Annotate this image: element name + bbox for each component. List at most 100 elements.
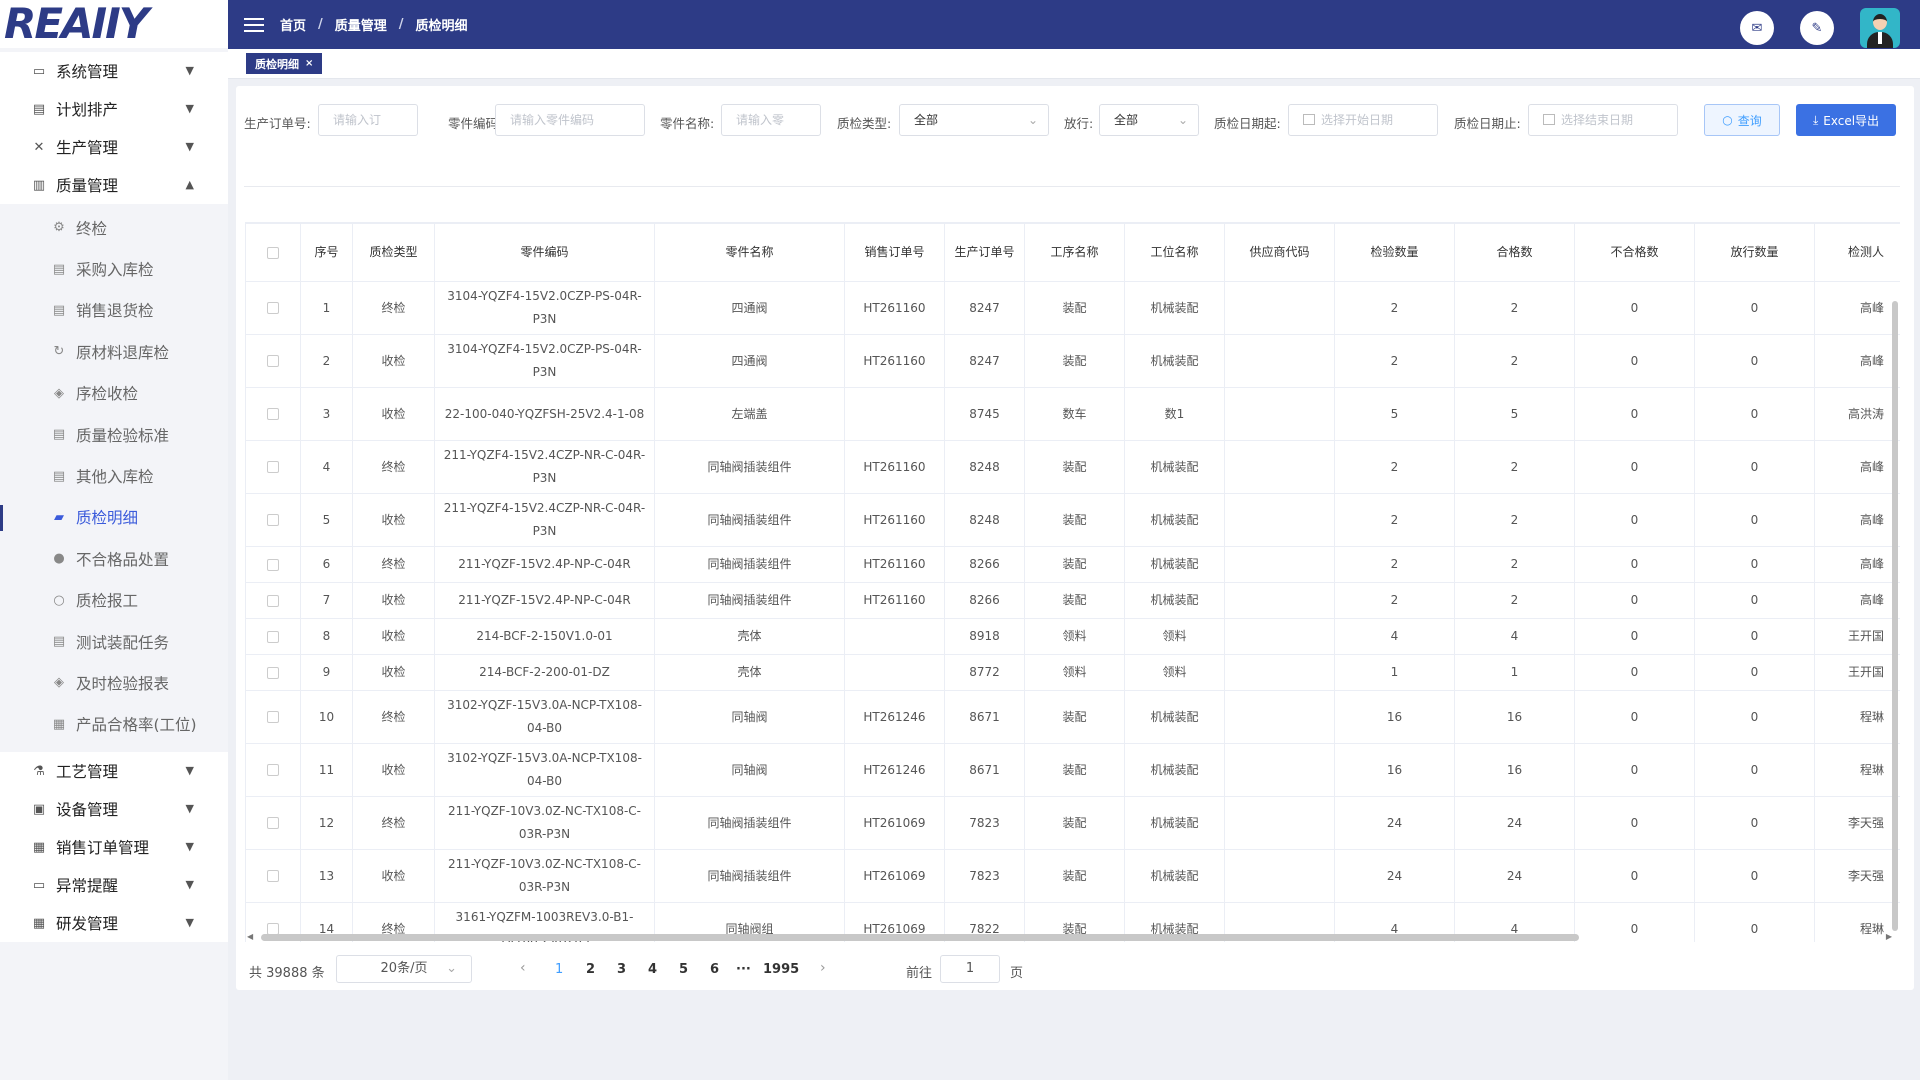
page-1[interactable]: 1 xyxy=(555,962,563,977)
sidebar-item-9[interactable]: ▦ 研发管理 ▼ xyxy=(0,904,228,943)
sidebar-subitem-3[interactable]: ▤ 销售退货检 xyxy=(0,290,228,331)
table-row[interactable]: 10 终检 3102-YQZF-15V3.0A-NCP-TX108-04-B0 同轴阀… xyxy=(245,690,1900,744)
table-row[interactable]: 9 收检 214-BCF-2-200-01-DZ 壳体 8772 领料 领料 1 1 0 0 王开国 xyxy=(245,654,1900,691)
page-last[interactable]: 1995 xyxy=(763,962,799,977)
column-header[interactable]: 合格数 xyxy=(1454,223,1575,282)
sidebar-subitem-10[interactable]: ○ 质检报工 xyxy=(0,580,228,621)
sidebar-subitem-1[interactable]: ⚙ 终检 xyxy=(0,207,228,248)
column-header[interactable]: 工序名称 xyxy=(1024,223,1125,282)
column-header[interactable]: 生产订单号 xyxy=(944,223,1025,282)
table-row[interactable]: 4 终检 211-YQZF4-15V2.4CZP-NR-C-04R-P3N 同轴阀插装… xyxy=(245,440,1900,494)
column-header[interactable]: 序号 xyxy=(300,223,353,282)
part-name-input[interactable]: 请输入零 xyxy=(721,104,821,136)
sidebar-subitem-7[interactable]: ▤ 其他入库检 xyxy=(0,455,228,496)
sidebar-item-8[interactable]: ▭ 异常提醒 ▼ xyxy=(0,866,228,905)
page-3[interactable]: 3 xyxy=(617,962,626,977)
scroll-left-icon[interactable]: ◀ xyxy=(247,932,253,941)
table-row[interactable]: 6 终检 211-YQZF-15V2.4P-NP-C-04R 同轴阀插装组件 HT261… xyxy=(245,546,1900,583)
sidebar-subitem-12[interactable]: ◈ 及时检验报表 xyxy=(0,662,228,703)
table-row[interactable]: 12 终检 211-YQZF-10V3.0Z-NC-TX108-C-03R-P3N 同… xyxy=(245,796,1900,850)
sidebar-item-6[interactable]: ▣ 设备管理 ▼ xyxy=(0,790,228,829)
hamburger-menu-icon[interactable] xyxy=(244,17,264,32)
table-row[interactable]: 8 收检 214-BCF-2-150V1.0-01 壳体 8918 领料 领料 4 4 0 0 王开国 xyxy=(245,618,1900,655)
table-row[interactable]: 1 终检 3104-YQZF4-15V2.0CZP-PS-04R-P3N 四通阀 HT2… xyxy=(245,281,1900,335)
sidebar-subitem-8[interactable]: ▰ 质检明细 xyxy=(0,497,228,538)
breadcrumb-home[interactable]: 首页 xyxy=(280,15,306,34)
row-checkbox[interactable] xyxy=(245,493,301,547)
column-header[interactable]: 工位名称 xyxy=(1124,223,1225,282)
column-header[interactable]: 质检类型 xyxy=(352,223,435,282)
row-checkbox[interactable] xyxy=(245,743,301,797)
column-header[interactable]: 零件名称 xyxy=(654,223,845,282)
page-6[interactable]: 6 xyxy=(710,962,719,977)
release-select[interactable]: 全部 ⌄ xyxy=(1099,104,1199,136)
sidebar-item-4[interactable]: ▥ 质量管理 ▲ xyxy=(0,166,228,204)
order-input[interactable]: 请输入订 xyxy=(318,104,418,136)
row-checkbox[interactable] xyxy=(245,796,301,850)
page-2[interactable]: 2 xyxy=(586,962,595,977)
column-header[interactable]: 检测人 xyxy=(1814,223,1900,282)
page-4[interactable]: 4 xyxy=(648,962,657,977)
page-size-select[interactable]: 20条/页 ⌄ xyxy=(336,955,472,983)
sidebar-subitem-11[interactable]: ▤ 测试装配任务 xyxy=(0,621,228,662)
column-header[interactable]: 不合格数 xyxy=(1574,223,1695,282)
row-checkbox[interactable] xyxy=(245,440,301,494)
close-icon[interactable]: × xyxy=(305,58,313,69)
prev-page-icon[interactable]: ‹ xyxy=(520,960,526,976)
table-row[interactable]: 7 收检 211-YQZF-15V2.4P-NP-C-04R 同轴阀插装组件 HT261… xyxy=(245,582,1900,619)
page-ellipsis[interactable]: ··· xyxy=(736,962,751,977)
part-code-input[interactable]: 请输入零件编码 xyxy=(495,104,645,136)
select-all-checkbox[interactable] xyxy=(245,223,301,282)
table-cell: 终检 xyxy=(352,281,435,335)
row-checkbox[interactable] xyxy=(245,849,301,903)
column-header[interactable]: 零件编码 xyxy=(434,223,655,282)
mail-icon[interactable]: ✉ xyxy=(1740,11,1774,45)
table-row[interactable]: 13 收检 211-YQZF-10V3.0Z-NC-TX108-C-03R-P3N 同… xyxy=(245,849,1900,903)
sidebar-subitem-2[interactable]: ▤ 采购入库检 xyxy=(0,248,228,289)
scroll-right-icon[interactable]: ▶ xyxy=(1886,932,1892,941)
vertical-scrollbar[interactable] xyxy=(1890,291,1900,941)
table-row[interactable]: 11 收检 3102-YQZF-15V3.0A-NCP-TX108-04-B0 同轴阀… xyxy=(245,743,1900,797)
column-header[interactable]: 销售订单号 xyxy=(844,223,945,282)
column-header[interactable]: 检验数量 xyxy=(1334,223,1455,282)
next-page-icon[interactable]: › xyxy=(820,960,826,976)
table-row[interactable]: 2 收检 3104-YQZF4-15V2.0CZP-PS-04R-P3N 四通阀 HT2… xyxy=(245,334,1900,388)
edit-icon[interactable]: ✎ xyxy=(1800,11,1834,45)
sidebar-item-5[interactable]: ⚗ 工艺管理 ▼ xyxy=(0,752,228,791)
table-row[interactable]: 5 收检 211-YQZF4-15V2.4CZP-NR-C-04R-P3N 同轴阀插装… xyxy=(245,493,1900,547)
table-cell: 8247 xyxy=(944,281,1025,335)
sidebar-subitem-13[interactable]: ▦ 产品合格率(工位) xyxy=(0,704,228,745)
column-header[interactable]: 放行数量 xyxy=(1694,223,1815,282)
sidebar-subitem-6[interactable]: ▤ 质量检验标准 xyxy=(0,414,228,455)
sidebar-subitem-4[interactable]: ↻ 原材料退库检 xyxy=(0,331,228,372)
breadcrumb-quality[interactable]: 质量管理 xyxy=(335,15,387,34)
sidebar-subitem-5[interactable]: ◈ 序检收检 xyxy=(0,373,228,414)
sidebar-item-2[interactable]: ▤ 计划排产 ▼ xyxy=(0,90,228,128)
page-5[interactable]: 5 xyxy=(679,962,688,977)
table-cell: HT261160 xyxy=(844,334,945,388)
row-checkbox[interactable] xyxy=(245,690,301,744)
avatar[interactable] xyxy=(1860,8,1900,48)
column-header[interactable]: 供应商代码 xyxy=(1224,223,1335,282)
date-start-picker[interactable]: 选择开始日期 xyxy=(1288,104,1438,136)
row-checkbox[interactable] xyxy=(245,281,301,335)
tab-quality-detail[interactable]: 质检明细 × xyxy=(246,53,323,74)
type-select[interactable]: 全部 ⌄ xyxy=(899,104,1049,136)
excel-export-button[interactable]: ⤓ Excel导出 xyxy=(1796,104,1896,136)
goto-page-input[interactable]: 1 xyxy=(940,955,1000,983)
table-cell: 3102-YQZF-15V3.0A-NCP-TX108-04-B0 xyxy=(434,690,655,744)
horizontal-scrollbar[interactable]: ◀ ▶ xyxy=(245,932,1900,942)
sidebar-item-7[interactable]: ▦ 销售订单管理 ▼ xyxy=(0,828,228,867)
sidebar-item-3[interactable]: ✕ 生产管理 ▼ xyxy=(0,128,228,166)
row-checkbox[interactable] xyxy=(245,582,301,619)
row-checkbox[interactable] xyxy=(245,654,301,691)
query-button[interactable]: ○ 查询 xyxy=(1704,104,1780,136)
table-row[interactable]: 3 收检 22-100-040-YQZFSH-25V2.4-1-08 左端盖 8745 数… xyxy=(245,387,1900,441)
date-end-picker[interactable]: 选择结束日期 xyxy=(1528,104,1678,136)
sidebar-item-1[interactable]: ▭ 系统管理 ▼ xyxy=(0,52,228,90)
row-checkbox[interactable] xyxy=(245,618,301,655)
sidebar-subitem-9[interactable]: ● 不合格品处置 xyxy=(0,538,228,579)
row-checkbox[interactable] xyxy=(245,387,301,441)
row-checkbox[interactable] xyxy=(245,334,301,388)
row-checkbox[interactable] xyxy=(245,546,301,583)
